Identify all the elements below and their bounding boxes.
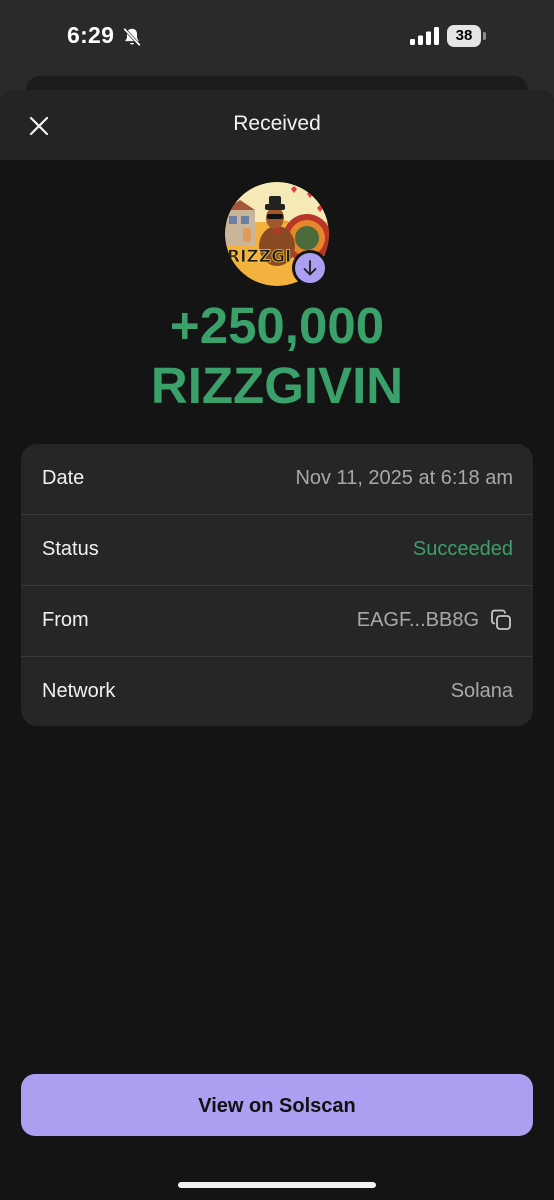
detail-row-status: Status Succeeded: [21, 515, 533, 586]
received-amount: +250,000 RIZZGIVIN: [0, 296, 554, 416]
receive-badge: [292, 250, 328, 286]
network-value: Solana: [450, 680, 513, 702]
amount-value: +250,000: [169, 297, 385, 354]
detail-row-network: Network Solana: [21, 657, 533, 726]
network-label: Network: [42, 680, 116, 702]
status-time: 6:29: [67, 22, 115, 48]
copy-icon[interactable]: [489, 608, 513, 632]
bell-slash-icon: [123, 27, 141, 47]
home-indicator[interactable]: [178, 1182, 376, 1188]
battery-level: 38: [447, 25, 481, 47]
detail-row-date: Date Nov 11, 2025 at 6:18 am: [21, 444, 533, 515]
from-label: From: [42, 609, 89, 631]
detail-row-from: From EAGF...BB8G: [21, 586, 533, 657]
svg-text:RIZZGI: RIZZGI: [227, 247, 291, 267]
cellular-signal-icon: [410, 27, 439, 45]
view-on-solscan-button[interactable]: View on Solscan: [21, 1074, 533, 1136]
transaction-sheet: Received RIZZGI +250,000 RIZZGIVIN Date …: [0, 90, 554, 1200]
from-address: EAGF...BB8G: [356, 609, 479, 631]
token-symbol: RIZZGIVIN: [150, 357, 404, 414]
date-label: Date: [42, 467, 85, 489]
page-title: Received: [233, 112, 321, 135]
token-avatar-group: RIZZGI: [225, 182, 329, 286]
sheet-header: Received: [0, 90, 554, 160]
battery-tip: [483, 32, 486, 40]
status-value: Succeeded: [412, 538, 513, 560]
date-value: Nov 11, 2025 at 6:18 am: [295, 467, 513, 489]
transaction-details-card: Date Nov 11, 2025 at 6:18 am Status Succ…: [21, 444, 533, 726]
battery-icon: 38: [447, 25, 486, 47]
status-bar: 6:29 38: [0, 0, 554, 76]
arrow-down-icon: [303, 260, 317, 276]
status-label: Status: [42, 538, 99, 560]
